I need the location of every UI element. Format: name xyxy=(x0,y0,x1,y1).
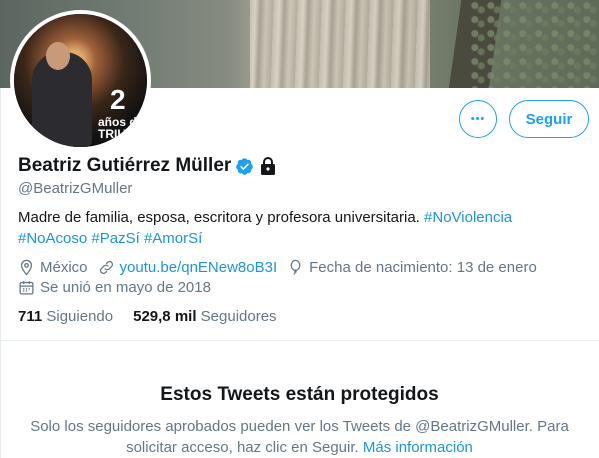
website-link[interactable]: youtu.be/qnENew8oB3I xyxy=(120,259,278,276)
banner-tree-trunk xyxy=(250,0,430,88)
followers-stat[interactable]: 529,8 mil Seguidores xyxy=(133,308,276,325)
profile-handle: @BeatrizGMuller xyxy=(18,180,133,197)
avatar-caption-line2: TRIUNF xyxy=(98,127,142,141)
followers-label: Seguidores xyxy=(200,308,277,325)
profile-name: Beatriz Gutiérrez Müller xyxy=(18,155,232,176)
birthday-text: Fecha de nacimiento: 13 de enero xyxy=(309,259,537,276)
more-options-button[interactable]: ••• xyxy=(459,100,497,138)
hashtag-link[interactable]: #PazSí xyxy=(91,230,139,247)
following-stat[interactable]: 711 Siguiendo xyxy=(18,308,113,325)
location-pin-icon xyxy=(18,259,35,276)
profile-stats: 711 Siguiendo 529,8 mil Seguidores xyxy=(18,308,297,325)
protected-tweets-title: Estos Tweets están protegidos xyxy=(160,384,439,405)
following-label: Siguiendo xyxy=(46,308,114,325)
hashtag-link[interactable]: #NoAcoso xyxy=(18,230,87,247)
protected-tweets-message: Solo los seguidores aprobados pueden ver… xyxy=(20,416,579,458)
joined-item: Se unió en mayo de 2018 xyxy=(18,279,211,296)
website-item: youtu.be/qnENew8oB3I xyxy=(98,259,278,276)
section-divider xyxy=(0,340,599,341)
birthday-item: Fecha de nacimiento: 13 de enero xyxy=(287,259,537,276)
avatar-person-face xyxy=(46,42,70,70)
banner-foliage xyxy=(470,0,599,88)
lock-icon xyxy=(260,157,276,175)
followers-count: 529,8 mil xyxy=(133,308,197,325)
profile-avatar[interactable]: 2 años de TRIUNF xyxy=(10,10,151,151)
verified-badge-icon xyxy=(235,157,254,176)
following-count: 711 xyxy=(18,308,43,325)
more-info-link[interactable]: Más información xyxy=(363,439,473,456)
calendar-icon xyxy=(18,279,35,296)
joined-text: Se unió en mayo de 2018 xyxy=(40,279,211,296)
protected-tweets-text: Solo los seguidores aprobados pueden ver… xyxy=(30,418,569,456)
avatar-number: 2 xyxy=(110,84,126,115)
profile-name-row: Beatriz Gutiérrez Müller xyxy=(18,155,276,177)
profile-meta-row-1: México youtu.be/qnENew8oB3I Fecha de nac… xyxy=(18,259,547,276)
hashtag-link[interactable]: #NoViolencia xyxy=(424,209,512,226)
more-icon: ••• xyxy=(470,113,486,125)
location-text: México xyxy=(40,259,88,276)
hashtag-link[interactable]: #AmorSí xyxy=(144,230,202,247)
balloon-icon xyxy=(287,259,304,276)
profile-meta-row-2: Se unió en mayo de 2018 xyxy=(18,279,221,296)
bio-text: Madre de familia, esposa, escritora y pr… xyxy=(18,209,425,226)
profile-bio: Madre de familia, esposa, escritora y pr… xyxy=(18,207,583,249)
follow-button[interactable]: Seguir xyxy=(509,100,589,138)
avatar-caption: años de TRIUNF xyxy=(98,116,143,140)
location-item: México xyxy=(18,259,88,276)
link-icon xyxy=(98,259,115,276)
